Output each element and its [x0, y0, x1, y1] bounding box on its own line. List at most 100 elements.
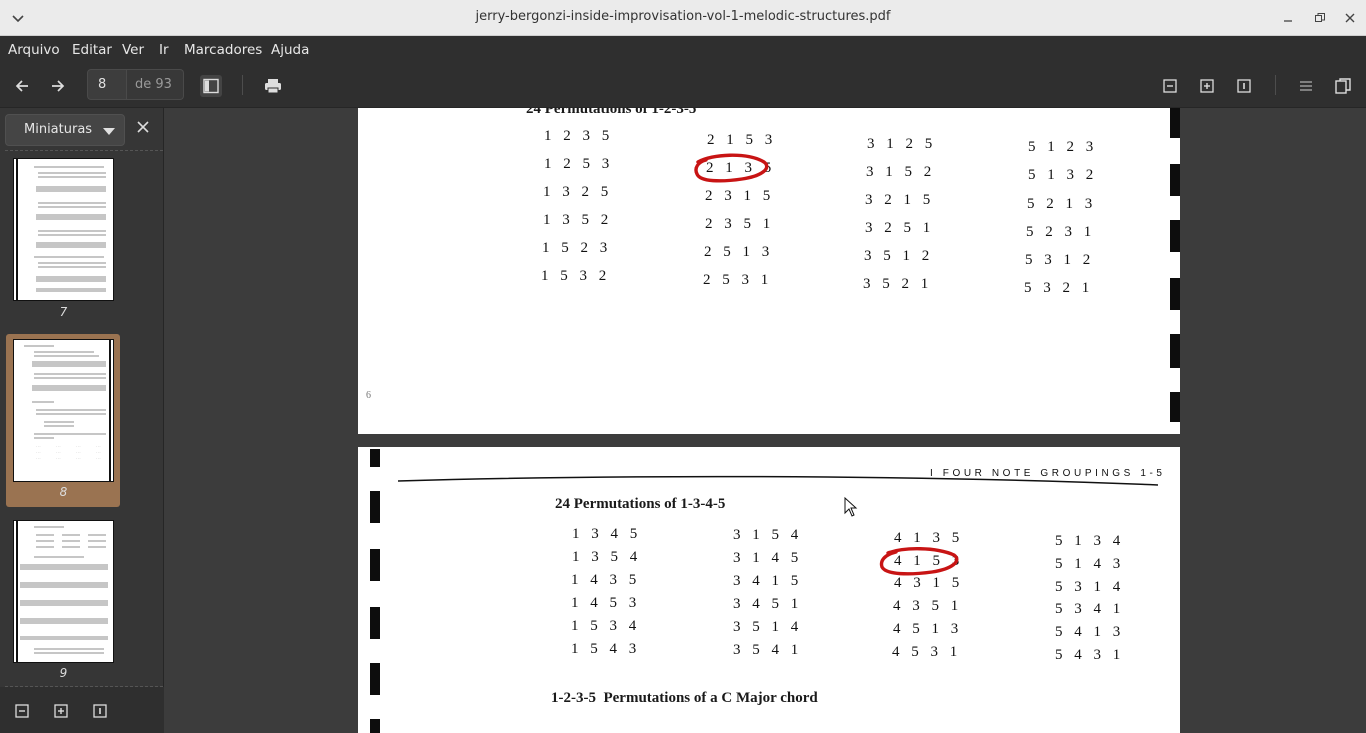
permutation: 3 1 5 2 — [866, 164, 936, 180]
scan-edge-mark — [1170, 108, 1180, 138]
thumbnail-page-7[interactable] — [13, 158, 114, 301]
permutation: 3 4 5 1 — [733, 596, 803, 612]
permutation: 1 5 2 3 — [542, 240, 612, 256]
svg-text:· · ·: · · · — [36, 445, 41, 449]
svg-text:· · ·: · · · — [76, 457, 81, 461]
menu-editar[interactable]: Editar — [72, 42, 112, 58]
minimize-icon[interactable] — [1279, 9, 1297, 27]
permutation: 1 2 3 5 — [544, 128, 614, 144]
thumbnail-zoom-out-icon[interactable] — [15, 703, 31, 719]
thumbnail-zoom-in-icon[interactable] — [54, 703, 70, 719]
scan-edge-mark — [370, 663, 380, 695]
zoom-reset-icon[interactable] — [1233, 75, 1255, 97]
menu-arquivo[interactable]: Arquivo — [8, 42, 60, 58]
scan-edge-mark — [370, 607, 380, 639]
permutation: 5 4 3 1 — [1055, 647, 1125, 663]
menu-ir[interactable]: Ir — [159, 42, 169, 58]
menu-ver[interactable]: Ver — [122, 42, 144, 58]
scan-edge-mark — [1170, 164, 1180, 196]
permutation: 3 5 4 1 — [733, 642, 803, 658]
permutation: 5 2 1 3 — [1027, 196, 1097, 212]
thumbnail-zoom-reset-icon[interactable] — [93, 703, 109, 719]
restore-icon[interactable] — [1311, 9, 1329, 27]
mouse-cursor-icon — [844, 496, 858, 517]
scan-edge-mark — [370, 719, 380, 733]
permutation: 4 5 1 3 — [893, 621, 963, 637]
permutation: 5 1 3 2 — [1028, 167, 1098, 183]
window-title: jerry-bergonzi-inside-improvisation-vol-… — [475, 9, 891, 24]
document-viewer[interactable]: 24 Permutations of 1-2-3-5 1 2 3 5 1 2 5… — [165, 108, 1366, 733]
permutation: 3 1 5 4 — [733, 527, 803, 543]
permutation: 3 4 1 5 — [733, 573, 803, 589]
red-circle-annotation — [879, 547, 959, 576]
thumbnail-label: 8 — [59, 485, 68, 499]
zoom-out-icon[interactable] — [1159, 75, 1181, 97]
permutation: 1 5 4 3 — [571, 641, 641, 657]
red-circle-annotation — [694, 153, 769, 183]
close-window-icon[interactable] — [1341, 9, 1359, 27]
svg-text:· · ·: · · · — [56, 451, 61, 455]
menu-ajuda[interactable]: Ajuda — [271, 42, 309, 58]
thumbnail-page-8[interactable]: · · · · · · · · · · · · · · · · · · · · · · · … — [13, 339, 114, 482]
dual-page-icon[interactable] — [1332, 75, 1354, 97]
permutation: 1 3 4 5 — [572, 526, 642, 542]
thumbnail-label: 7 — [59, 305, 68, 319]
permutation: 2 5 3 1 — [703, 272, 773, 288]
divider — [5, 150, 163, 151]
svg-text:· · ·: · · · — [36, 457, 41, 461]
scan-edge-mark — [1170, 278, 1180, 310]
back-arrow-icon[interactable] — [11, 75, 33, 97]
sidebar-bottom-bar — [0, 687, 164, 733]
permutation: 1 3 5 4 — [572, 549, 642, 565]
title-bar: jerry-bergonzi-inside-improvisation-vol-… — [0, 0, 1366, 36]
permutation: 5 3 4 1 — [1055, 601, 1125, 617]
permutation: 5 1 4 3 — [1055, 556, 1125, 572]
svg-text:· · ·: · · · — [96, 451, 101, 455]
page-heading-partial: 24 Permutations of 1-2-3-5 — [526, 108, 697, 117]
svg-text:· · ·: · · · — [56, 445, 61, 449]
scan-edge-mark — [370, 491, 380, 523]
sidebar-mode-select[interactable]: Miniaturas — [5, 114, 125, 146]
dropdown-arrow-icon — [103, 128, 115, 135]
svg-text:· · ·: · · · — [96, 445, 101, 449]
scan-edge-mark — [370, 549, 380, 581]
continuous-view-icon[interactable] — [1295, 75, 1317, 97]
permutation: 3 1 4 5 — [733, 550, 803, 566]
print-icon[interactable] — [262, 75, 284, 97]
permutation: 1 4 3 5 — [571, 572, 641, 588]
page-number-input[interactable]: 8 — [87, 69, 127, 100]
menu-bar: Arquivo Editar Ver Ir Marcadores Ajuda — [0, 36, 1366, 64]
permutation: 3 2 5 1 — [865, 220, 935, 236]
scan-edge-mark — [1170, 392, 1180, 422]
scan-edge-mark — [1170, 334, 1180, 368]
thumbnail-page-9[interactable] — [13, 520, 114, 663]
svg-text:· · ·: · · · — [96, 457, 101, 461]
permutation: 5 3 1 2 — [1025, 252, 1095, 268]
pdf-page-9: I FOUR NOTE GROUPINGS 1-5 24 Permutation… — [358, 447, 1180, 733]
permutation: 1 3 5 2 — [543, 212, 613, 228]
sidebar-toggle-icon[interactable] — [200, 75, 222, 97]
subsection-heading: 1-2-3-5 Permutations of a C Major chord — [551, 690, 818, 706]
svg-text:· · ·: · · · — [76, 451, 81, 455]
permutation: 2 3 5 1 — [705, 216, 775, 232]
sidebar: Miniaturas 7 · · · · · · · · · · · · · ·… — [0, 108, 164, 733]
permutation: 3 2 1 5 — [865, 192, 935, 208]
permutation: 5 3 1 4 — [1055, 579, 1125, 595]
permutation: 1 3 2 5 — [543, 184, 613, 200]
permutation: 1 5 3 4 — [571, 618, 641, 634]
section-heading: 24 Permutations of 1-3-4-5 — [555, 496, 726, 512]
forward-arrow-icon[interactable] — [47, 75, 69, 97]
svg-text:· · ·: · · · — [36, 451, 41, 455]
permutation: 3 1 2 5 — [867, 136, 937, 152]
close-sidebar-icon[interactable] — [135, 119, 151, 135]
menu-marcadores[interactable]: Marcadores — [184, 42, 262, 58]
permutation: 1 2 5 3 — [544, 156, 614, 172]
permutation: 5 3 2 1 — [1024, 280, 1094, 296]
permutation: 5 4 1 3 — [1055, 624, 1125, 640]
permutation: 5 1 2 3 — [1028, 139, 1098, 155]
permutation: 5 1 3 4 — [1055, 533, 1125, 549]
scan-edge-mark — [1170, 220, 1180, 252]
permutation: 5 2 3 1 — [1026, 224, 1096, 240]
zoom-in-icon[interactable] — [1196, 75, 1218, 97]
running-head: I FOUR NOTE GROUPINGS 1-5 — [930, 468, 1166, 479]
